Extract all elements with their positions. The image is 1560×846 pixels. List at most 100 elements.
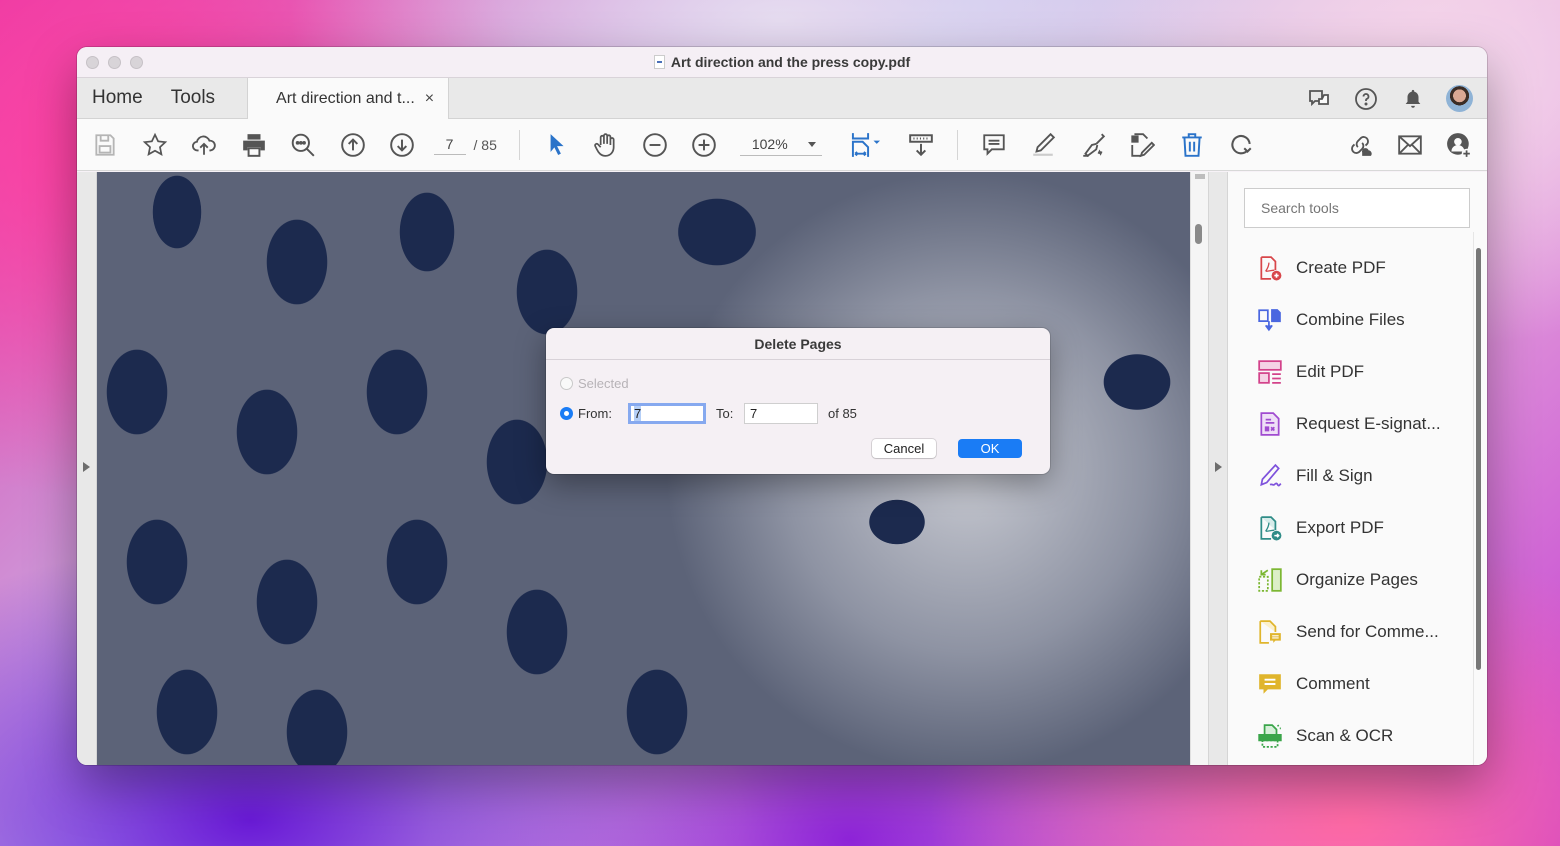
minimize-window-button[interactable] (108, 56, 121, 69)
email-button[interactable] (1396, 131, 1424, 159)
zoom-in-button[interactable] (690, 131, 718, 159)
document-scrollbar[interactable] (1190, 172, 1208, 765)
avatar[interactable] (1446, 85, 1473, 112)
tool-label: Create PDF (1296, 258, 1386, 277)
document-tab-label: Art direction and t... (276, 89, 415, 107)
highlight-button[interactable] (1029, 131, 1057, 159)
right-panel-rail (1208, 172, 1228, 765)
export-pdf-icon (1256, 514, 1284, 542)
previous-page-button[interactable] (339, 131, 367, 159)
delete-pages-dialog: Delete Pages Selected From: 7 To: 7 of 8… (546, 328, 1050, 474)
tools-pane: Create PDF Combine Files Edit PDF (1228, 172, 1487, 765)
tool-item-comment[interactable]: Comment (1256, 658, 1441, 710)
save-button[interactable] (91, 131, 119, 159)
selected-option: Selected (560, 376, 629, 391)
tool-label: Send for Comme... (1296, 622, 1439, 641)
request-esign-icon (1256, 410, 1284, 438)
tab-home[interactable]: Home (77, 78, 157, 118)
from-page-value: 7 (634, 406, 642, 421)
bookmark-star-button[interactable] (141, 131, 169, 159)
window-title-text: Art direction and the press copy.pdf (670, 54, 911, 70)
send-for-comment-icon (1256, 618, 1284, 646)
edit-pdf-icon (1256, 358, 1284, 386)
zoom-level-dropdown[interactable]: 102% (739, 133, 822, 156)
tool-item-scan-ocr[interactable]: Scan & OCR (1256, 710, 1441, 762)
toolbar-divider (518, 129, 520, 160)
to-label: To: (716, 406, 734, 421)
title-bar: Art direction and the press copy.pdf (77, 47, 1487, 78)
feedback-icon[interactable] (1305, 85, 1332, 112)
tool-item-edit-pdf[interactable]: Edit PDF (1256, 346, 1441, 398)
close-window-button[interactable] (86, 56, 99, 69)
tab-bar: Home Tools Art direction and t... × (77, 78, 1487, 119)
tool-label: Combine Files (1296, 310, 1405, 329)
tool-item-create-pdf[interactable]: Create PDF (1256, 242, 1441, 294)
from-label: From: (578, 406, 612, 421)
select-tool-button[interactable] (542, 131, 570, 159)
scrollbar-thumb[interactable] (1195, 224, 1202, 244)
comment-icon (1256, 670, 1284, 698)
sign-button[interactable] (1079, 131, 1107, 159)
zoom-level-value: 102% (751, 136, 788, 152)
scrollbar-cap (1195, 174, 1205, 179)
page-total: / 85 (473, 136, 497, 153)
print-button[interactable] (240, 131, 268, 159)
upload-cloud-button[interactable] (190, 131, 218, 159)
edit-pages-button[interactable] (1128, 131, 1156, 159)
account-controls (1305, 78, 1473, 119)
chevron-down-icon (807, 141, 816, 147)
tool-label: Edit PDF (1296, 362, 1365, 381)
tool-label: Organize Pages (1296, 570, 1418, 589)
tool-label: Scan & OCR (1296, 726, 1394, 745)
create-pdf-icon (1256, 254, 1284, 282)
next-page-button[interactable] (388, 131, 416, 159)
tools-scroll-track (1473, 232, 1474, 765)
tool-item-fill-sign[interactable]: Fill & Sign (1256, 450, 1441, 502)
left-panel-rail (77, 172, 97, 765)
main-toolbar: 7 / 85 102% (77, 119, 1487, 171)
search-tools-input[interactable] (1244, 188, 1470, 228)
zoom-window-button[interactable] (130, 56, 143, 69)
window-controls (86, 56, 143, 69)
scrolling-mode-button[interactable] (907, 131, 935, 159)
hand-tool-button[interactable] (591, 131, 619, 159)
from-page-input[interactable]: 7 (628, 403, 706, 424)
find-text-button[interactable] (289, 131, 317, 159)
collapse-right-panel-icon[interactable] (1215, 462, 1222, 472)
tool-list: Create PDF Combine Files Edit PDF Reques… (1256, 242, 1441, 762)
delete-pages-button[interactable] (1178, 131, 1206, 159)
tab-tools[interactable]: Tools (157, 78, 229, 118)
pdf-document-icon (653, 55, 665, 69)
tool-item-combine-files[interactable]: Combine Files (1256, 294, 1441, 346)
cancel-button[interactable]: Cancel (872, 439, 936, 458)
tool-label: Request E-signat... (1296, 414, 1441, 433)
tab-document[interactable]: Art direction and t... × (247, 78, 450, 119)
window-title: Art direction and the press copy.pdf (653, 54, 911, 70)
page-number-input[interactable]: 7 (433, 134, 466, 155)
zoom-out-button[interactable] (641, 131, 669, 159)
tools-scrollbar-thumb[interactable] (1476, 248, 1481, 670)
tool-item-export-pdf[interactable]: Export PDF (1256, 502, 1441, 554)
tool-item-send-for-comments[interactable]: Send for Comme... (1256, 606, 1441, 658)
range-option: From: 7 To: 7 of 85 (560, 403, 1040, 424)
rotate-button[interactable] (1227, 131, 1255, 159)
selected-label: Selected (578, 376, 629, 391)
close-tab-icon[interactable]: × (425, 90, 434, 108)
tool-item-request-esignatures[interactable]: Request E-signat... (1256, 398, 1441, 450)
add-comment-button[interactable] (980, 131, 1008, 159)
selected-radio[interactable] (560, 377, 573, 390)
to-page-input[interactable]: 7 (744, 403, 818, 424)
expand-left-panel-icon[interactable] (83, 462, 90, 472)
help-icon[interactable] (1352, 85, 1379, 112)
bell-icon[interactable] (1399, 85, 1426, 112)
tool-item-organize-pages[interactable]: Organize Pages (1256, 554, 1441, 606)
fit-page-button[interactable] (848, 131, 886, 159)
toolbar-divider (956, 129, 958, 160)
add-people-button[interactable] (1445, 131, 1473, 159)
page-count-label: of 85 (828, 406, 857, 421)
from-radio[interactable] (560, 407, 573, 420)
ok-button[interactable]: OK (958, 439, 1022, 458)
share-link-button[interactable] (1346, 131, 1374, 159)
combine-files-icon (1256, 306, 1284, 334)
tool-label: Export PDF (1296, 518, 1384, 537)
